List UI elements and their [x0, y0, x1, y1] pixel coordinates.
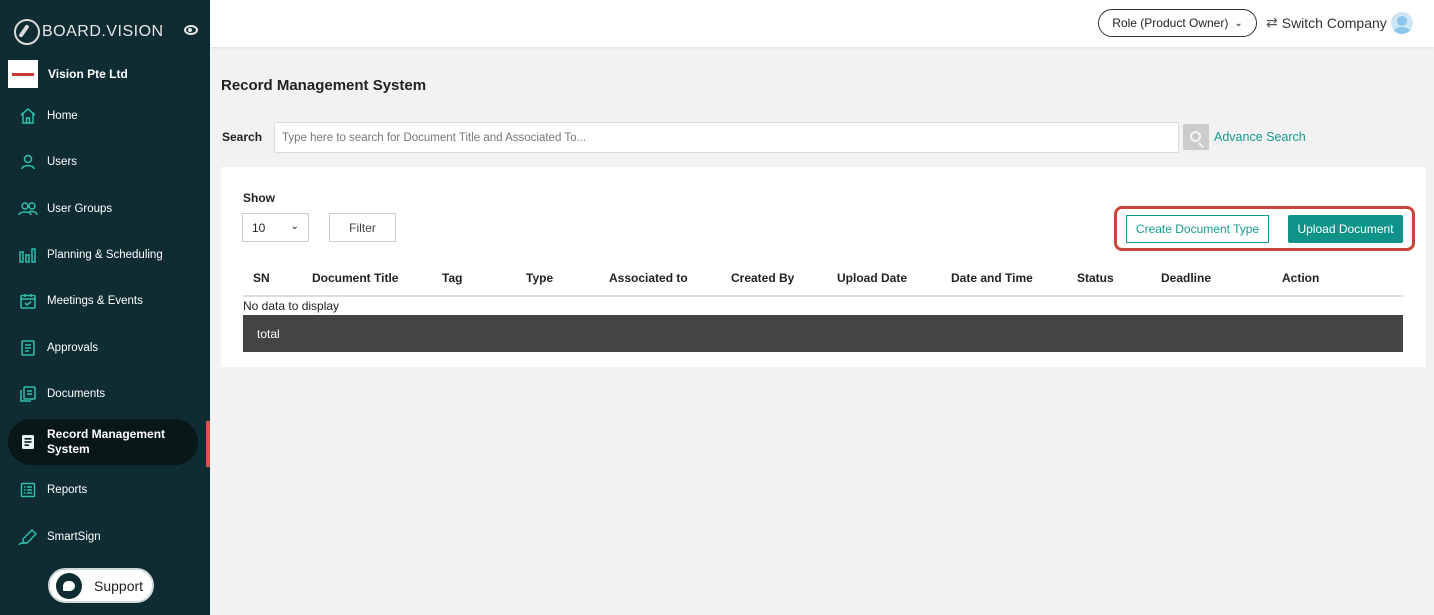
search-input[interactable]	[274, 122, 1179, 153]
search-icon	[1189, 130, 1201, 142]
show-label: Show	[243, 191, 275, 205]
sidebar-item-meetings-events[interactable]: Meetings & Events	[0, 278, 210, 324]
top-bar: Role (Product Owner) ⌄ ⇄ Switch Company	[210, 0, 1434, 47]
sidebar-nav: Home Users User Groups Planning & Schedu…	[0, 93, 210, 560]
column-header-date-and-time[interactable]: Date and Time	[951, 271, 1033, 285]
record-icon	[18, 432, 38, 452]
switch-company-label: Switch Company	[1281, 14, 1387, 31]
empty-table-message: No data to display	[243, 299, 340, 313]
report-list-icon	[18, 480, 38, 500]
page-size-select[interactable]: 10 ⌄	[242, 213, 309, 242]
switch-arrows-icon: ⇄	[1266, 14, 1278, 30]
sidebar-item-label: Documents	[47, 387, 106, 400]
column-header-created-by[interactable]: Created By	[731, 271, 794, 285]
column-header-deadline[interactable]: Deadline	[1161, 271, 1211, 285]
company-name: Vision Pte Ltd	[48, 67, 128, 81]
bar-chart-icon	[18, 245, 38, 265]
company-switcher[interactable]: Vision Pte Ltd	[8, 60, 128, 88]
advance-search-link[interactable]: Advance Search	[1214, 130, 1306, 144]
sidebar-item-user-groups[interactable]: User Groups	[0, 186, 210, 232]
brand-name: BOARD.VISION	[42, 23, 164, 40]
calendar-icon	[18, 291, 38, 311]
column-header-upload-date[interactable]: Upload Date	[837, 271, 907, 285]
board-vision-logo-icon	[14, 19, 40, 45]
sidebar-item-home[interactable]: Home	[0, 93, 210, 139]
search-button[interactable]	[1183, 124, 1209, 150]
page-title: Record Management System	[221, 77, 427, 94]
active-indicator	[206, 421, 210, 467]
records-card: Show 10 ⌄ Filter Create Document Type Up…	[221, 167, 1426, 367]
documents-icon	[18, 384, 38, 404]
column-header-tag[interactable]: Tag	[442, 271, 462, 285]
sidebar-item-label: Record Management System	[47, 427, 166, 457]
table-total-row: total	[243, 315, 1403, 352]
sidebar-item-documents[interactable]: Documents	[0, 371, 210, 417]
filter-button[interactable]: Filter	[329, 213, 396, 242]
column-header-status[interactable]: Status	[1077, 271, 1114, 285]
brand[interactable]: BOARD.VISION	[14, 18, 204, 46]
sidebar-item-reports[interactable]: Reports	[0, 467, 210, 513]
sidebar-item-label: Approvals	[47, 341, 99, 354]
switch-company-button[interactable]: ⇄ Switch Company	[1266, 14, 1387, 31]
home-icon	[18, 106, 38, 126]
column-header-action: Action	[1282, 271, 1320, 285]
column-header-sn[interactable]: SN	[253, 271, 270, 285]
create-document-type-button[interactable]: Create Document Type	[1126, 215, 1269, 243]
table-header: SN Document Title Tag Type Associated to…	[243, 262, 1403, 297]
user-group-icon	[18, 199, 38, 219]
user-icon	[18, 152, 38, 172]
column-header-associated-to[interactable]: Associated to	[609, 271, 688, 285]
role-dropdown[interactable]: Role (Product Owner) ⌄	[1098, 9, 1257, 37]
chat-bubble-icon	[56, 572, 82, 599]
sidebar-item-record-management-system[interactable]: Record Management System	[0, 419, 210, 466]
sidebar-item-label: User Groups	[47, 202, 113, 215]
sidebar: BOARD.VISION Vision Pte Ltd Home Users U…	[0, 0, 210, 615]
sidebar-item-label: Planning & Scheduling	[47, 249, 163, 262]
support-button[interactable]: Support	[48, 568, 154, 603]
sidebar-item-planning-scheduling[interactable]: Planning & Scheduling	[0, 232, 210, 278]
sidebar-item-label: Meetings & Events	[47, 295, 143, 308]
upload-document-button[interactable]: Upload Document	[1288, 215, 1403, 243]
company-logo	[8, 60, 38, 88]
approval-document-icon	[18, 338, 38, 358]
sidebar-item-users[interactable]: Users	[0, 139, 210, 185]
sidebar-item-approvals[interactable]: Approvals	[0, 324, 210, 370]
column-header-document-title[interactable]: Document Title	[312, 271, 398, 285]
role-label: Role (Product Owner)	[1112, 16, 1229, 30]
sidebar-item-label: Users	[47, 156, 78, 169]
total-label: total	[257, 326, 280, 341]
eye-icon[interactable]	[184, 25, 198, 35]
search-label: Search	[222, 130, 263, 144]
sidebar-item-label: Home	[47, 110, 78, 123]
support-label: Support	[94, 577, 144, 594]
chevron-down-icon: ⌄	[290, 221, 299, 232]
pen-sign-icon	[18, 527, 38, 547]
page-size-value: 10	[252, 220, 266, 235]
sidebar-item-label: Reports	[47, 484, 88, 497]
sidebar-item-label: SmartSign	[47, 530, 101, 543]
avatar[interactable]	[1391, 12, 1413, 34]
chevron-down-icon: ⌄	[1234, 17, 1243, 29]
sidebar-item-smartsign[interactable]: SmartSign	[0, 513, 210, 559]
column-header-type[interactable]: Type	[526, 271, 553, 285]
